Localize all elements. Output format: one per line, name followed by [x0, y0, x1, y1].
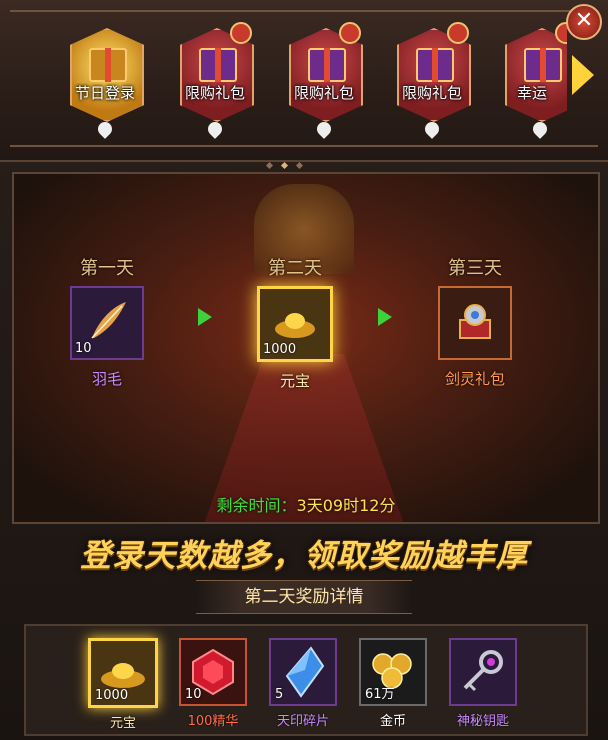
- tassel-icon: [422, 119, 442, 139]
- gift-box-icon: [308, 48, 346, 82]
- item-quantity: 61万: [365, 687, 395, 702]
- item-name: 羽毛: [91, 370, 122, 388]
- tab-bar: 节日登录 限购礼包 限购礼包 限购礼包 幸运 ✕: [0, 0, 608, 170]
- item-name: 元宝: [109, 716, 136, 731]
- badge-icon: [339, 22, 361, 44]
- item-name: 元宝: [279, 372, 310, 390]
- remaining-time-value: 3天09时12分: [296, 496, 396, 515]
- day-title: 第二天: [268, 258, 322, 279]
- day-1-item-slot[interactable]: 10: [70, 286, 144, 360]
- tassel-icon: [95, 119, 115, 139]
- reward-item: 神秘钥匙: [448, 638, 518, 729]
- tassel-icon: [205, 119, 225, 139]
- day-2: 第二天 1000 元宝: [250, 254, 340, 391]
- item-quantity: 5: [275, 687, 284, 702]
- reward-item: 1000 元宝: [88, 638, 158, 731]
- day-3: 第三天 剑灵礼包: [430, 254, 520, 389]
- tab-label: 幸运: [516, 84, 547, 102]
- gift-box-icon: [416, 48, 454, 82]
- arrow-right-icon: [198, 308, 212, 326]
- mystic-key-icon: [463, 650, 503, 692]
- item-name: 金币: [379, 714, 406, 729]
- reward-detail-title: 第二天奖励详情: [196, 580, 412, 614]
- reward-slot[interactable]: 5: [269, 638, 337, 706]
- tab-limited-pack-3[interactable]: 限购礼包: [389, 18, 475, 142]
- slogan-banner: 登录天数越多，领取奖励越丰厚: [80, 538, 528, 574]
- tab-limited-pack-2[interactable]: 限购礼包: [281, 18, 367, 142]
- arrow-right-icon: [378, 308, 392, 326]
- tassel-icon: [314, 119, 334, 139]
- sword-spirit-pack-icon: [459, 304, 491, 339]
- item-name: 天印碎片: [276, 714, 329, 729]
- day-3-item-slot[interactable]: [438, 286, 512, 360]
- reward-slot[interactable]: 1000: [88, 638, 158, 708]
- badge-icon: [230, 22, 252, 44]
- reward-slot[interactable]: [449, 638, 517, 706]
- tab-rail-bottom: [10, 145, 598, 147]
- reward-item: 10 100精华: [178, 638, 248, 729]
- tab-limited-pack-1[interactable]: 限购礼包: [172, 18, 258, 142]
- remaining-time-label: 剩余时间：: [216, 496, 297, 515]
- gift-box-icon: [199, 48, 237, 82]
- item-quantity: 1000: [95, 688, 129, 703]
- reward-item: 61万 金币: [358, 638, 428, 729]
- gold-ingot-icon: [275, 313, 315, 338]
- tab-lucky[interactable]: 幸运: [497, 18, 567, 142]
- reward-item: 5 天印碎片: [268, 638, 338, 729]
- tab-rail-top: [10, 10, 598, 12]
- day-2-item-slot[interactable]: 1000: [257, 286, 333, 362]
- day-title: 第一天: [80, 258, 134, 279]
- day-1: 第一天 10 羽毛: [62, 254, 152, 389]
- close-icon[interactable]: ✕: [566, 4, 602, 40]
- next-arrow-icon[interactable]: [572, 55, 594, 95]
- login-reward-panel: 第一天 10 羽毛 第二天 1000 元宝 第三天 剑灵礼包 剩余时间：3天09…: [12, 172, 600, 524]
- tab-label: 节日登录: [74, 84, 135, 102]
- tab-label: 限购礼包: [401, 84, 462, 102]
- reward-slot[interactable]: 61万: [359, 638, 427, 706]
- feather-icon: [91, 302, 126, 339]
- tab-label: 限购礼包: [293, 84, 354, 102]
- treasure-chest-icon: [89, 48, 127, 82]
- remaining-time: 剩余时间：3天09时12分: [14, 492, 598, 516]
- item-quantity: 1000: [263, 342, 297, 357]
- badge-icon: [447, 22, 469, 44]
- item-name: 神秘钥匙: [456, 714, 509, 729]
- reward-slot[interactable]: 10: [179, 638, 247, 706]
- tassel-icon: [530, 119, 550, 139]
- item-name: 剑灵礼包: [444, 370, 505, 388]
- tab-label: 限购礼包: [184, 84, 245, 102]
- day-title: 第三天: [448, 258, 502, 279]
- page-dots: [262, 153, 342, 170]
- item-quantity: 10: [185, 687, 202, 702]
- item-quantity: 10: [75, 341, 92, 356]
- wheel-icon: [524, 48, 562, 82]
- reward-detail-list: 1000 元宝 10 100精华 5 天印碎片 61万 金币 神秘钥匙: [24, 624, 588, 736]
- item-name: 100精华: [187, 714, 239, 729]
- tab-festival-login[interactable]: 节日登录: [62, 18, 148, 142]
